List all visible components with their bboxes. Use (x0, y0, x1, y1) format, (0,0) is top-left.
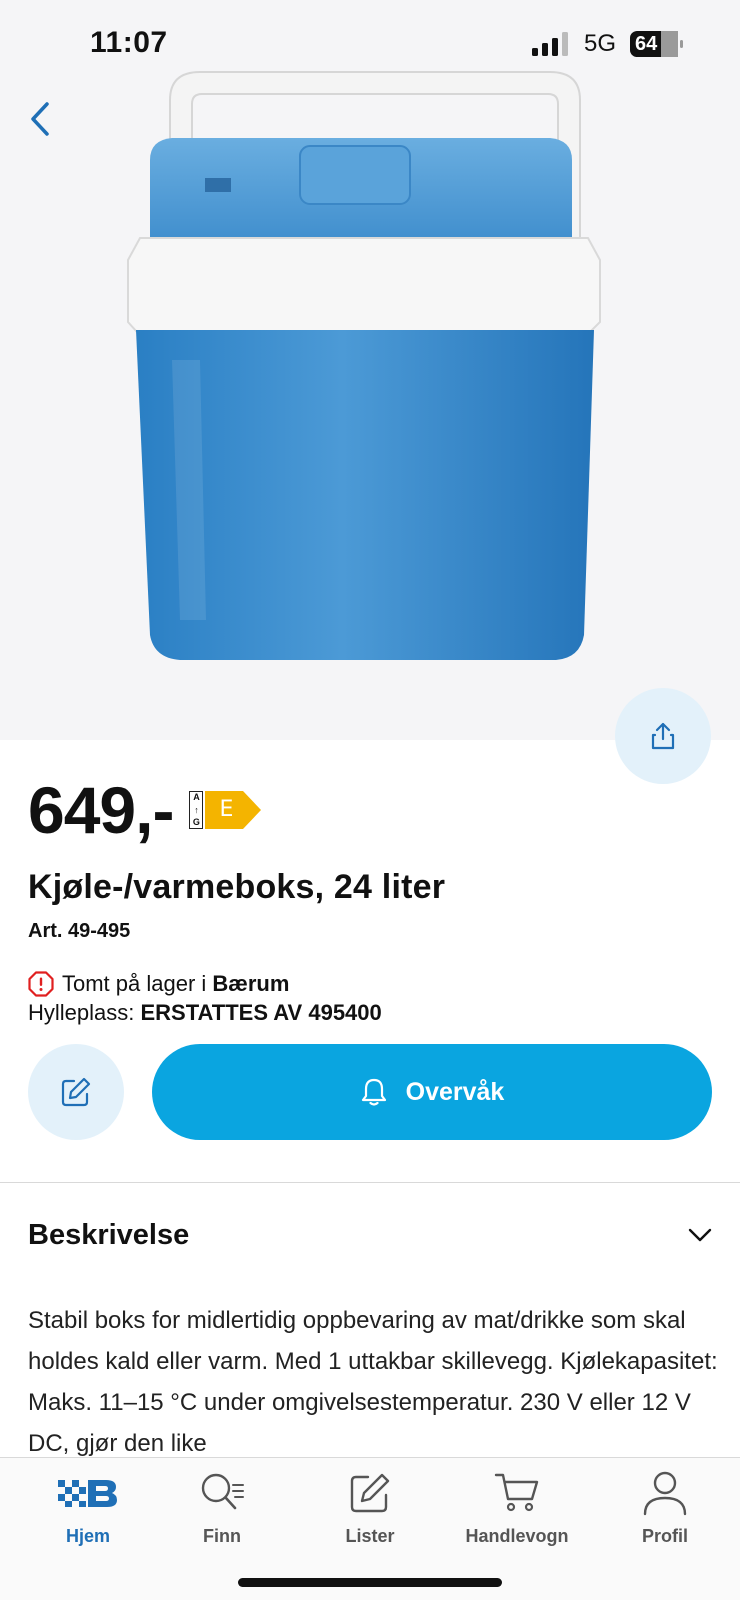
status-time: 11:07 (90, 26, 168, 59)
share-icon (651, 722, 675, 750)
tab-cart-label: Handlevogn (465, 1526, 569, 1546)
product-title: Kjøle-/varmeboks, 24 liter (28, 868, 446, 906)
stock-store: Bærum (212, 971, 290, 996)
price-row: 649,- A ↑ G E (28, 770, 262, 850)
tab-search-label: Finn (203, 1526, 241, 1546)
tab-lists-label: Lister (345, 1526, 395, 1546)
tab-search[interactable]: Finn (152, 1466, 292, 1556)
product-price: 649,- (28, 773, 174, 847)
warning-icon (28, 971, 54, 997)
edit-icon (61, 1077, 91, 1107)
stock-text: Tomt på lager i (62, 971, 213, 996)
energy-class-badge: E (205, 791, 262, 829)
battery-icon: 64 (630, 31, 684, 57)
arrow-up-icon: ↑ (194, 804, 199, 815)
network-type: 5G (584, 30, 617, 57)
product-image-area: 11:07 5G 64 (0, 0, 740, 784)
energy-scale-bottom: G (192, 817, 200, 827)
user-icon (643, 1471, 687, 1516)
description-accordion[interactable]: Beskrivelse (28, 1210, 712, 1260)
search-list-icon (201, 1473, 244, 1510)
edit-list-icon (350, 1473, 390, 1513)
shelf-location: Hylleplass: ERSTATTES AV 495400 (28, 1000, 382, 1026)
brand-logo-icon (58, 1480, 117, 1507)
divider (0, 1182, 740, 1183)
shelf-label: Hylleplass: (28, 1000, 141, 1025)
tab-home[interactable]: Hjem (18, 1466, 158, 1556)
watch-button[interactable]: Overvåk (152, 1044, 712, 1140)
add-to-list-button[interactable] (28, 1044, 124, 1140)
stock-status: Tomt på lager i Bærum (28, 971, 289, 997)
energy-label[interactable]: A ↑ G E (189, 791, 262, 829)
description-title: Beskrivelse (28, 1218, 190, 1251)
back-button[interactable] (20, 96, 60, 142)
shelf-value: ERSTATTES AV 495400 (140, 1000, 382, 1025)
tab-lists[interactable]: Lister (300, 1466, 440, 1556)
battery-level: 64 (635, 33, 658, 55)
tab-home-label: Hjem (65, 1526, 110, 1546)
chevron-down-icon (688, 1228, 712, 1242)
chevron-left-icon (31, 102, 49, 136)
cooler-box-image (127, 71, 601, 660)
energy-arrow-icon (205, 791, 262, 829)
energy-scale-top: A (193, 792, 200, 802)
cart-icon (494, 1473, 539, 1512)
bell-icon (361, 1078, 386, 1106)
tab-profile[interactable]: Profil (595, 1466, 735, 1556)
tab-profile-label: Profil (641, 1526, 688, 1546)
energy-class-letter: E (219, 797, 234, 822)
home-indicator (238, 1578, 502, 1587)
tab-cart[interactable]: Handlevogn (447, 1466, 587, 1556)
energy-scale: A ↑ G (189, 791, 204, 829)
description-text: Stabil boks for midlertidig oppbevaring … (28, 1307, 718, 1457)
article-number: Art. 49-495 (28, 920, 131, 942)
share-button[interactable] (615, 688, 711, 784)
watch-label: Overvåk (405, 1077, 505, 1106)
signal-icon (532, 32, 568, 56)
